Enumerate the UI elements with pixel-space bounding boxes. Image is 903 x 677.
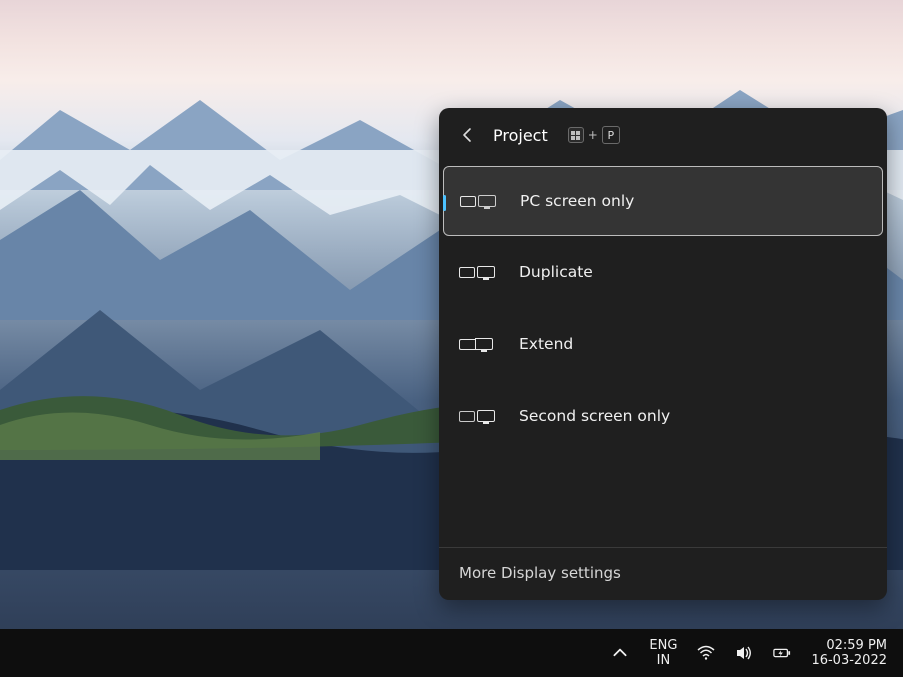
panel-header: Project + P [439,108,887,162]
desktop-wallpaper: Project + P PC screen only [0,0,903,677]
option-second-screen-only[interactable]: Second screen only [443,381,883,451]
volume-status[interactable] [731,629,757,677]
more-display-settings-link[interactable]: More Display settings [439,547,887,600]
option-extend[interactable]: Extend [443,309,883,379]
option-duplicate[interactable]: Duplicate [443,237,883,307]
battery-status[interactable] [769,629,795,677]
back-button[interactable] [457,124,479,146]
project-flyout-panel: Project + P PC screen only [439,108,887,600]
footer-link-label: More Display settings [459,564,621,582]
battery-icon [773,644,791,662]
project-options-list: PC screen only Duplicate Extend [439,162,887,547]
arrow-left-icon [460,127,476,143]
language-indicator[interactable]: ENG IN [645,629,681,677]
taskbar: ENG IN [0,629,903,677]
language-line1: ENG [649,638,677,653]
option-label: Second screen only [519,407,670,425]
pc-screen-only-icon [460,191,502,211]
option-pc-screen-only[interactable]: PC screen only [443,166,883,236]
speaker-icon [735,644,753,662]
clock-date-value: 16-03-2022 [811,653,887,668]
second-screen-only-icon [459,406,501,426]
wifi-icon [697,644,715,662]
option-label: PC screen only [520,192,634,210]
chevron-up-icon [611,644,629,662]
tray-overflow-button[interactable] [607,629,633,677]
option-label: Extend [519,335,573,353]
windows-key-icon [568,127,584,143]
wifi-status[interactable] [693,629,719,677]
panel-title: Project [493,126,548,145]
clock-time: 02:59 PM [811,638,887,653]
duplicate-icon [459,262,501,282]
language-line2: IN [649,653,677,668]
p-key-icon: P [602,126,620,144]
plus-icon: + [588,128,598,142]
keyboard-shortcut-hint: + P [568,126,620,144]
clock-date[interactable]: 02:59 PM 16-03-2022 [807,629,891,677]
extend-icon [459,334,501,354]
option-label: Duplicate [519,263,593,281]
